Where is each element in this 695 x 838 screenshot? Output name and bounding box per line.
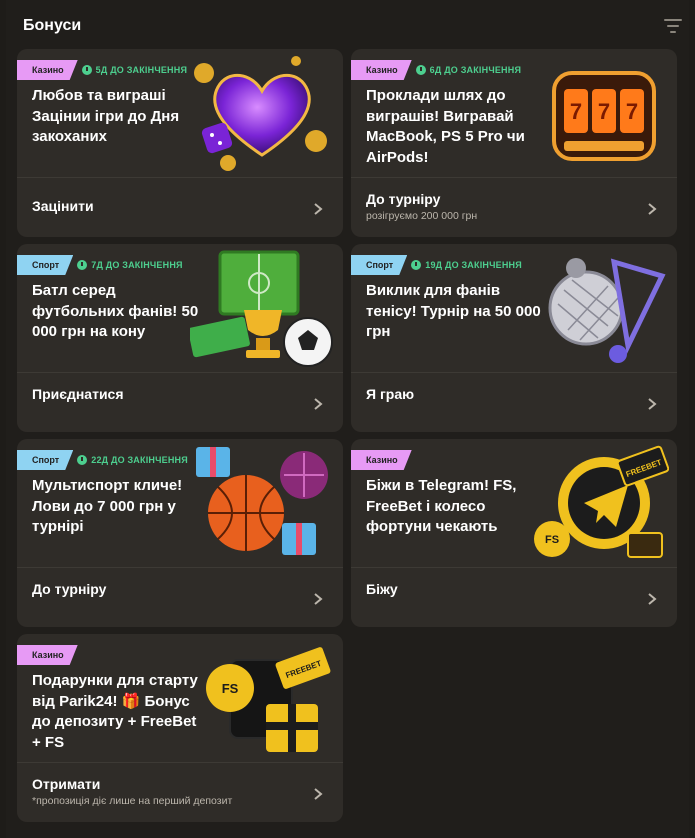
svg-text:FS: FS bbox=[545, 534, 559, 546]
card-title: Мультиспорт кличе! Лови до 7 000 грн у т… bbox=[32, 477, 183, 535]
action-label[interactable]: Я граю bbox=[366, 386, 414, 402]
action-label[interactable]: До турніру bbox=[32, 581, 106, 597]
clock-icon bbox=[77, 455, 88, 465]
badge-row: Казино bbox=[351, 450, 412, 470]
action-subtext: *пропозиція діє лише на перший депозит bbox=[32, 795, 233, 807]
svg-text:7: 7 bbox=[570, 99, 582, 124]
expiry-text: 22Д ДО ЗАКІНЧЕННЯ bbox=[91, 455, 188, 465]
slot-machine-icon: 7 7 7 bbox=[552, 71, 656, 161]
chevron-right-icon[interactable] bbox=[647, 592, 657, 606]
expiry-text: 5Д ДО ЗАКІНЧЕННЯ bbox=[95, 65, 188, 75]
clock-icon bbox=[81, 65, 92, 75]
badge-row: Казино 6Д ДО ЗАКІНЧЕННЯ bbox=[351, 60, 521, 80]
freebet-gift-icon: FS FREEBET bbox=[206, 647, 331, 752]
clock-icon bbox=[77, 260, 88, 270]
svg-text:7: 7 bbox=[626, 99, 638, 124]
expiry-text: 19Д ДО ЗАКІНЧЕННЯ bbox=[425, 260, 522, 270]
category-badge: Спорт bbox=[351, 255, 407, 275]
purple-heart-icon bbox=[194, 56, 327, 171]
badge-row: Спорт 19Д ДО ЗАКІНЧЕННЯ bbox=[351, 255, 522, 275]
expiry-text: 6Д ДО ЗАКІНЧЕННЯ bbox=[429, 65, 522, 75]
action-subtext: розігруємо 200 000 грн bbox=[366, 210, 478, 222]
category-badge: Казино bbox=[351, 450, 412, 470]
bonus-card[interactable]: Спорт 22Д ДО ЗАКІНЧЕННЯ Мультиспорт клич… bbox=[17, 439, 343, 627]
chevron-right-icon[interactable] bbox=[313, 202, 323, 216]
chevron-right-icon[interactable] bbox=[647, 202, 657, 216]
bonus-card[interactable]: Казино 5Д ДО ЗАКІНЧЕННЯ Любов та виграші… bbox=[17, 49, 343, 237]
category-badge: Спорт bbox=[17, 255, 73, 275]
chevron-right-icon[interactable] bbox=[313, 592, 323, 606]
bonus-card[interactable]: Казино Біжи в Telegram! FS, FreeBet і ко… bbox=[351, 439, 677, 627]
card-title: Виклик для фанів тенісу! Турнір на 50 00… bbox=[366, 282, 541, 340]
filter-icon[interactable] bbox=[663, 17, 683, 35]
bonus-card[interactable]: Казино 6Д ДО ЗАКІНЧЕННЯ Проклади шлях до… bbox=[351, 49, 677, 237]
action-label[interactable]: До турніру bbox=[366, 191, 440, 207]
bonus-card[interactable]: Спорт 7Д ДО ЗАКІНЧЕННЯ Батл серед футбол… bbox=[17, 244, 343, 432]
football-trophy-icon bbox=[190, 250, 333, 367]
expiry-timer: 5Д ДО ЗАКІНЧЕННЯ bbox=[81, 65, 188, 75]
expiry-timer: 6Д ДО ЗАКІНЧЕННЯ bbox=[415, 65, 522, 75]
badge-row: Казино 5Д ДО ЗАКІНЧЕННЯ bbox=[17, 60, 187, 80]
card-footer[interactable]: Приєднатися bbox=[17, 373, 343, 432]
header: Бонуси bbox=[23, 14, 683, 40]
chevron-right-icon[interactable] bbox=[313, 787, 323, 801]
action-label[interactable]: Зацінити bbox=[32, 198, 94, 214]
category-badge: Спорт bbox=[17, 450, 73, 470]
category-badge: Казино bbox=[351, 60, 412, 80]
tennis-racket-icon bbox=[548, 258, 666, 363]
action-label[interactable]: Отримати bbox=[32, 776, 100, 792]
category-badge: Казино bbox=[17, 60, 78, 80]
card-title: Любов та виграші Зацінии ігри до Дня зак… bbox=[32, 87, 180, 145]
card-footer[interactable]: Отримати *пропозиція діє лише на перший … bbox=[17, 763, 343, 822]
card-footer[interactable]: Біжу bbox=[351, 568, 677, 627]
badge-row: Казино bbox=[17, 645, 78, 665]
telegram-coin-icon: FREEBET FS bbox=[534, 445, 669, 558]
bonus-card[interactable]: Казино Подарунки для старту від Parik24!… bbox=[17, 634, 343, 822]
clock-icon bbox=[411, 260, 422, 270]
card-footer[interactable]: До турніру bbox=[17, 568, 343, 627]
category-badge: Казино bbox=[17, 645, 78, 665]
bonus-card[interactable]: Спорт 19Д ДО ЗАКІНЧЕННЯ Виклик для фанів… bbox=[351, 244, 677, 432]
action-label[interactable]: Біжу bbox=[366, 581, 398, 597]
card-title: Батл серед футбольних фанів! 50 000 грн … bbox=[32, 282, 199, 340]
chevron-right-icon[interactable] bbox=[647, 397, 657, 411]
page-title: Бонуси bbox=[23, 17, 82, 34]
expiry-text: 7Д ДО ЗАКІНЧЕННЯ bbox=[91, 260, 183, 270]
chevron-right-icon[interactable] bbox=[313, 397, 323, 411]
action-label[interactable]: Приєднатися bbox=[32, 386, 124, 402]
expiry-timer: 7Д ДО ЗАКІНЧЕННЯ bbox=[77, 260, 183, 270]
badge-row: Спорт 22Д ДО ЗАКІНЧЕННЯ bbox=[17, 450, 188, 470]
basketball-gifts-icon bbox=[196, 447, 328, 555]
clock-icon bbox=[415, 65, 426, 75]
card-title: Подарунки для старту від Parik24! 🎁 Бону… bbox=[32, 672, 198, 751]
badge-row: Спорт 7Д ДО ЗАКІНЧЕННЯ bbox=[17, 255, 183, 275]
svg-text:7: 7 bbox=[598, 99, 610, 124]
expiry-timer: 22Д ДО ЗАКІНЧЕННЯ bbox=[77, 455, 188, 465]
expiry-timer: 19Д ДО ЗАКІНЧЕННЯ bbox=[411, 260, 522, 270]
card-footer[interactable]: До турніру розігруємо 200 000 грн bbox=[351, 178, 677, 237]
card-footer[interactable]: Зацінити bbox=[17, 178, 343, 237]
card-footer[interactable]: Я граю bbox=[351, 373, 677, 432]
svg-text:FS: FS bbox=[222, 681, 239, 696]
